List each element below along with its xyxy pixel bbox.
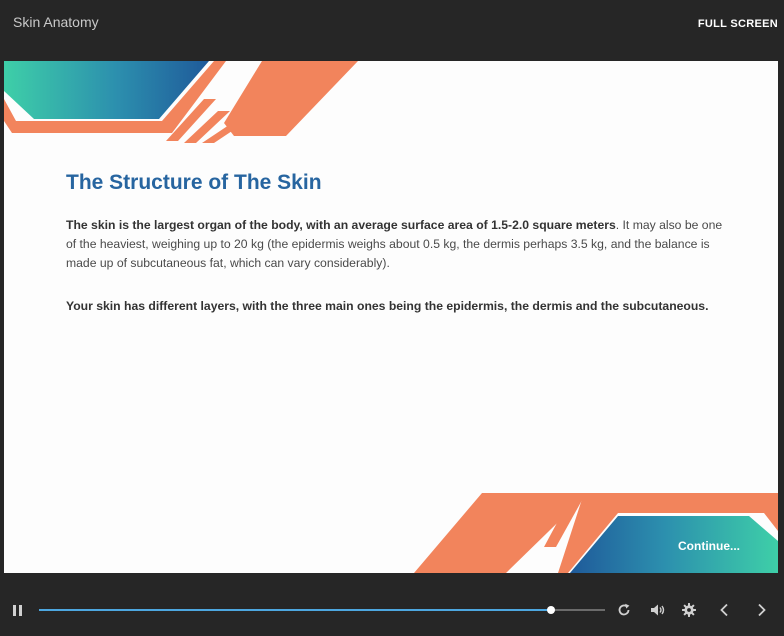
fullscreen-button[interactable]: FULL SCREEN: [698, 18, 778, 30]
prev-icon[interactable]: [719, 603, 729, 617]
progress-bar[interactable]: [39, 606, 605, 614]
slide-title: The Structure of The Skin: [66, 171, 322, 194]
next-icon[interactable]: [757, 603, 767, 617]
slide-canvas: The Structure of The Skin The skin is th…: [4, 61, 778, 573]
paragraph-layers: Your skin has different layers, with the…: [66, 299, 709, 313]
progress-handle[interactable]: [547, 606, 556, 614]
bottom-right-banner: [414, 493, 778, 573]
paragraph-intro-bold: The skin is the largest organ of the bod…: [66, 218, 616, 232]
replay-icon[interactable]: [617, 603, 631, 617]
player-controls: [0, 590, 784, 636]
app-title: Skin Anatomy: [13, 14, 99, 30]
slide-decoration: [4, 61, 778, 573]
paragraph-intro: The skin is the largest organ of the bod…: [66, 216, 731, 273]
top-left-banner: [4, 61, 358, 143]
volume-icon[interactable]: [650, 603, 666, 617]
settings-icon[interactable]: [682, 603, 696, 617]
continue-button[interactable]: Continue...: [678, 539, 740, 553]
pause-icon[interactable]: [13, 605, 23, 617]
top-bar: Skin Anatomy FULL SCREEN: [0, 0, 784, 60]
progress-fill: [39, 609, 552, 611]
